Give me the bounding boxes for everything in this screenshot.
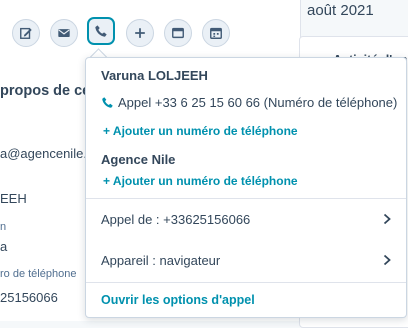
contact-name: Varuna LOLJEEH [101,68,208,83]
company-name: Agence Nile [101,152,176,167]
call-number-label: Appel +33 6 25 15 60 66 (Numéro de télép… [118,95,398,110]
call-from-label: Appel de : +33625156066 [101,211,251,227]
call-button[interactable] [87,17,115,45]
add-company-phone-link[interactable]: + Ajouter un numéro de téléphone [103,174,298,188]
divider [86,282,406,283]
phone-property-label: ro de téléphone [0,268,77,280]
lastname-value: EEH [0,191,27,206]
add-icon [135,28,145,38]
note-button[interactable] [12,19,40,47]
call-popover: Varuna LOLJEEH Appel +33 6 25 15 60 66 (… [85,57,407,318]
property-label: n [0,221,7,233]
chevron-right-icon [383,254,391,266]
company-value: a [0,239,8,254]
call-number-option[interactable]: Appel +33 6 25 15 60 66 (Numéro de télép… [101,95,397,110]
phone-icon [102,97,113,108]
calendar-icon [210,27,222,39]
phone-value[interactable]: 25156066 [0,290,58,305]
call-from-menu-item[interactable]: Appel de : +33625156066 [101,207,392,231]
divider [86,198,406,199]
email-icon [58,29,70,37]
phone-icon [95,25,107,37]
window-icon [172,27,184,39]
device-menu-item[interactable]: Appareil : navigateur [101,248,392,272]
add-activity-button[interactable] [126,19,154,47]
meeting-button[interactable] [202,19,230,47]
open-call-options-link[interactable]: Ouvrir les options d'appel [101,293,255,307]
email-value[interactable]: a@agencenile.c [0,146,93,161]
chevron-right-icon [383,213,391,225]
email-button[interactable] [50,19,78,47]
note-icon [20,27,32,39]
window-button[interactable] [164,19,192,47]
timeline-month: août 2021 [307,2,374,19]
add-contact-phone-link[interactable]: + Ajouter un numéro de téléphone [103,124,298,138]
device-label: Appareil : navigateur [101,252,221,268]
